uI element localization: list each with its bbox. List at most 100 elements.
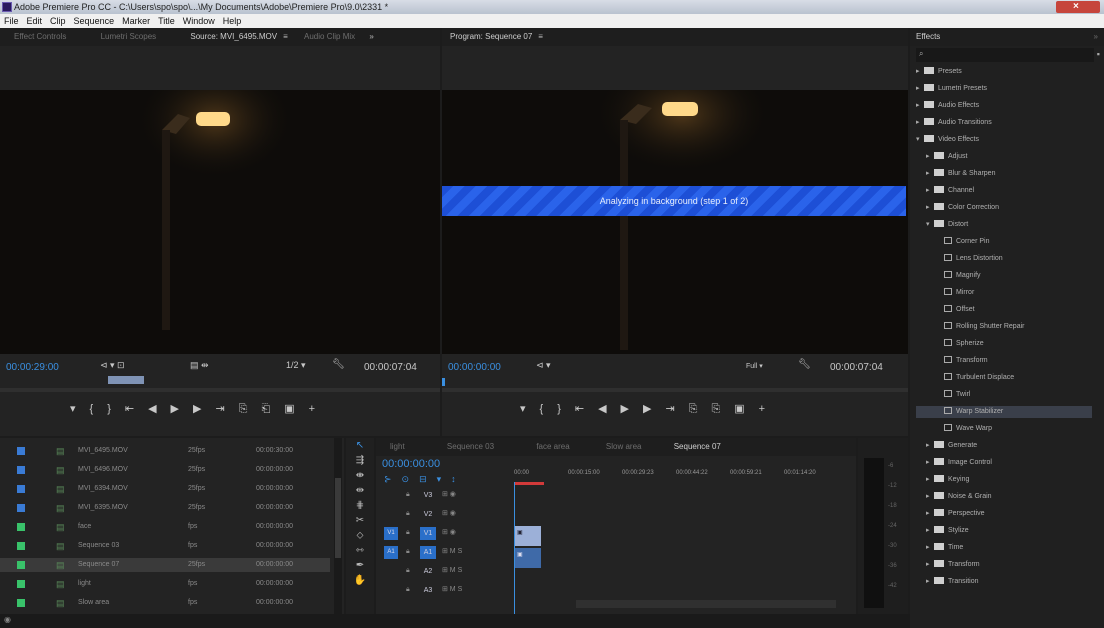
track-label[interactable]: V2 xyxy=(420,508,436,521)
program-zoom-dropdown[interactable]: Full ▾ xyxy=(746,362,763,370)
expand-triangle-icon[interactable]: ▸ xyxy=(926,202,934,214)
effects-item[interactable]: ▸ Generate xyxy=(916,440,977,452)
expand-triangle-icon[interactable]: ▸ xyxy=(926,185,934,197)
track-toggle-icons[interactable]: ⊞ ◉ xyxy=(442,528,456,536)
razor-tool-icon[interactable]: ✂ xyxy=(346,513,374,528)
track-label[interactable]: A3 xyxy=(420,584,436,597)
track-header[interactable]: 🔒︎ V2 ⊞ ◉ xyxy=(376,505,846,525)
menu-marker[interactable]: Marker xyxy=(118,14,154,28)
expand-triangle-icon[interactable]: ▸ xyxy=(926,508,934,520)
tab-sequence-07[interactable]: Sequence 07 xyxy=(674,438,721,456)
tab-effect-controls[interactable]: Effect Controls xyxy=(14,28,66,46)
project-item-row[interactable]: ▤ MVI_6495.MOV 25fps 00:00:30:00 xyxy=(0,444,330,458)
expand-triangle-icon[interactable]: ▸ xyxy=(926,542,934,554)
panel-overflow-icon[interactable]: » xyxy=(369,28,373,46)
effects-item[interactable]: Spherize xyxy=(916,338,984,350)
expand-triangle-icon[interactable]: ▸ xyxy=(916,66,924,78)
effects-item[interactable]: ▸ Transition xyxy=(916,576,978,588)
expand-triangle-icon[interactable]: ▸ xyxy=(916,83,924,95)
timeline-scrollbar[interactable] xyxy=(576,600,836,608)
source-playhead-timecode[interactable]: 00:00:29:00 xyxy=(6,362,59,373)
expand-triangle-icon[interactable]: ▸ xyxy=(926,440,934,452)
effects-item[interactable]: ▸ Lumetri Presets xyxy=(916,83,987,95)
expand-triangle-icon[interactable]: ▸ xyxy=(926,168,934,180)
source-scrub-bar[interactable] xyxy=(0,388,440,392)
tab-face-area[interactable]: face area xyxy=(536,438,569,456)
project-item-row[interactable]: ▤ face fps 00:00:00:00 xyxy=(0,520,330,534)
track-toggle-icons[interactable]: ⊞ M S xyxy=(442,566,462,574)
project-item-row[interactable]: ▤ MVI_6394.MOV 25fps 00:00:00:00 xyxy=(0,482,330,496)
expand-triangle-icon[interactable]: ▸ xyxy=(926,151,934,163)
effects-item[interactable]: Offset xyxy=(916,304,975,316)
track-header[interactable]: 🔒︎ V3 ⊞ ◉ xyxy=(376,486,846,506)
effects-item[interactable]: ▸ Transform xyxy=(916,559,980,571)
project-item-row[interactable]: ▤ MVI_6496.MOV 25fps 00:00:00:00 xyxy=(0,463,330,477)
tab-slow-area[interactable]: Slow area xyxy=(606,438,642,456)
rolling-edit-tool-icon[interactable]: ⇹ xyxy=(346,483,374,498)
timeline-toolbar-icons[interactable]: ⊱⊙⊟▾↕ xyxy=(384,474,466,485)
source-transport-buttons[interactable]: ▾{}⇤◀▶▶⇥⎘⎗▣+ xyxy=(70,402,450,416)
lock-icon[interactable]: 🔒︎ xyxy=(406,586,410,594)
track-toggle-icons[interactable]: ⊞ ◉ xyxy=(442,509,456,517)
expand-triangle-icon[interactable]: ▸ xyxy=(926,576,934,588)
source-in-out-range[interactable] xyxy=(108,376,144,384)
lock-icon[interactable]: 🔒︎ xyxy=(406,529,410,537)
menu-clip[interactable]: Clip xyxy=(46,14,70,28)
quality-dropdown[interactable]: 1/2 ▾ xyxy=(286,360,306,371)
panel-overflow-icon[interactable]: » xyxy=(1094,28,1098,46)
effects-item[interactable]: Lens Distortion xyxy=(916,253,1003,265)
menu-file[interactable]: File xyxy=(0,14,23,28)
effects-item[interactable]: ▸ Channel xyxy=(916,185,974,197)
expand-triangle-icon[interactable]: ▸ xyxy=(926,559,934,571)
tab-lumetri-scopes[interactable]: Lumetri Scopes xyxy=(101,28,157,46)
effects-item[interactable]: Warp Stabilizer xyxy=(916,406,1092,418)
ripple-edit-tool-icon[interactable]: ⇼ xyxy=(346,468,374,483)
pen-tool-icon[interactable]: ✒ xyxy=(346,558,374,573)
menu-edit[interactable]: Edit xyxy=(23,14,47,28)
expand-triangle-icon[interactable]: ▸ xyxy=(916,100,924,112)
expand-triangle-icon[interactable]: ▸ xyxy=(926,525,934,537)
selection-tool-icon[interactable]: ↖ xyxy=(346,438,374,453)
expand-triangle-open-icon[interactable]: ▾ xyxy=(926,219,934,231)
source-patch-toggle[interactable]: A1 xyxy=(384,546,398,559)
effects-item[interactable]: ▸ Perspective xyxy=(916,508,985,520)
menu-sequence[interactable]: Sequence xyxy=(70,14,119,28)
program-playhead[interactable] xyxy=(442,378,445,386)
track-header[interactable]: 🔒︎ A2 ⊞ M S xyxy=(376,562,846,582)
lock-icon[interactable]: 🔒︎ xyxy=(406,491,410,499)
project-item-row[interactable]: ▤ Sequence 07 25fps 00:00:00:00 xyxy=(0,558,330,572)
fit-dropdown[interactable]: ⊲ ▾ xyxy=(536,360,551,371)
expand-triangle-icon[interactable]: ▸ xyxy=(916,117,924,129)
wrench-icon[interactable]: 🔧︎ xyxy=(332,359,345,370)
effects-item[interactable]: Turbulent Displace xyxy=(916,372,1014,384)
effects-item[interactable]: ▸ Keying xyxy=(916,474,969,486)
effects-item[interactable]: Transform xyxy=(916,355,988,367)
effects-item[interactable]: ▸ Adjust xyxy=(916,151,967,163)
program-scrub-bar[interactable] xyxy=(442,388,908,392)
effects-item[interactable]: Twirl xyxy=(916,389,970,401)
panel-menu-icon[interactable]: ≡ xyxy=(283,28,288,46)
slip-tool-icon[interactable]: ⬦ xyxy=(346,528,374,543)
tab-light[interactable]: light xyxy=(390,438,405,456)
effects-item[interactable]: Wave Warp xyxy=(916,423,992,435)
track-label[interactable]: V1 xyxy=(420,527,436,540)
close-window-button[interactable]: × xyxy=(1056,1,1100,13)
effects-item[interactable]: ▸ Presets xyxy=(916,66,962,78)
project-item-row[interactable]: ▤ MVI_6395.MOV 25fps 00:00:00:00 xyxy=(0,501,330,515)
effects-item[interactable]: Mirror xyxy=(916,287,974,299)
menu-window[interactable]: Window xyxy=(179,14,219,28)
expand-triangle-icon[interactable]: ▸ xyxy=(926,457,934,469)
new-bin-icon[interactable]: ▪ xyxy=(1097,49,1100,59)
menu-help[interactable]: Help xyxy=(219,14,246,28)
project-item-row[interactable]: ▤ light fps 00:00:00:00 xyxy=(0,577,330,591)
effects-item[interactable]: ▸ Color Correction xyxy=(916,202,999,214)
effects-item[interactable]: ▾ Video Effects xyxy=(916,134,979,146)
track-header[interactable]: A1 🔒︎ A1 ⊞ M S xyxy=(376,543,846,563)
fit-dropdown[interactable]: ⊲ ▾ ⊡ xyxy=(100,360,125,371)
expand-triangle-icon[interactable]: ▸ xyxy=(926,474,934,486)
track-toggle-icons[interactable]: ⊞ M S xyxy=(442,585,462,593)
work-area-bar[interactable] xyxy=(514,482,544,485)
expand-triangle-icon[interactable]: ▸ xyxy=(926,491,934,503)
track-select-tool-icon[interactable]: ⇶ xyxy=(346,453,374,468)
track-toggle-icons[interactable]: ⊞ M S xyxy=(442,547,462,555)
